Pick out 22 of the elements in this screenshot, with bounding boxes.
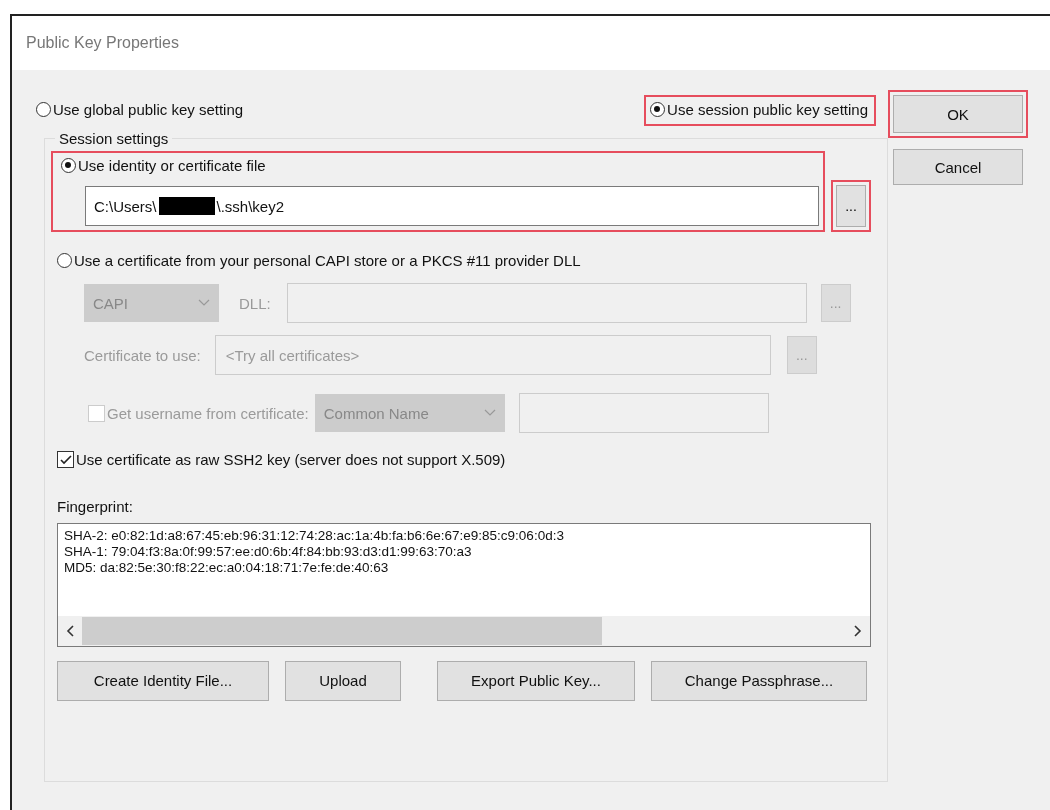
fingerprint-line: SHA-1: 79:04:f3:8a:0f:99:57:ee:d0:6b:4f:84:bb:93:d3:d1:99:63:70:a3 (64, 543, 473, 560)
radio-option[interactable]: Use session public key setting (650, 100, 868, 118)
action-button[interactable]: Create Identity File... (57, 660, 269, 701)
file-path-field[interactable]: C:\Users\ \.ssh\key2 (85, 186, 819, 226)
dll-label: DLL: (239, 294, 271, 312)
radio-option[interactable]: Use identity or certificate file (61, 157, 266, 174)
dialog-button[interactable]: OK (893, 95, 1023, 133)
dialog-button[interactable]: Cancel (893, 149, 1023, 185)
path-end: \.ssh\key2 (216, 197, 285, 215)
fingerprint-line: SHA-2: e0:82:1d:a8:67:45:eb:96:31:12:74:28:ac:1a:4b:fa:b6:6e:67:e9:85:c9:06:0d:3 (64, 527, 565, 544)
action-button[interactable]: Export Public Key... (437, 660, 635, 701)
action-button[interactable]: Change Passphrase... (651, 660, 867, 701)
radio-option[interactable]: Use global public key setting (36, 100, 244, 118)
action-button[interactable]: Upload (285, 660, 401, 701)
browse-button[interactable]: ... (836, 185, 866, 227)
fingerprint-line: MD5: da:82:5e:30:f8:22:ec:a0:04:18:71:7e:fe:de:40:63 (64, 559, 390, 577)
window-title: Public Key Properties (26, 34, 179, 52)
fingerprint-label: Fingerprint: (57, 497, 134, 515)
group-title: Session settings (59, 130, 169, 147)
path-start: C:\Users\ (94, 197, 157, 215)
certificate-label: Certificate to use: (84, 346, 201, 364)
checkbox-option[interactable]: Use certificate as raw SSH2 key (server does not support X.509) (57, 451, 506, 468)
